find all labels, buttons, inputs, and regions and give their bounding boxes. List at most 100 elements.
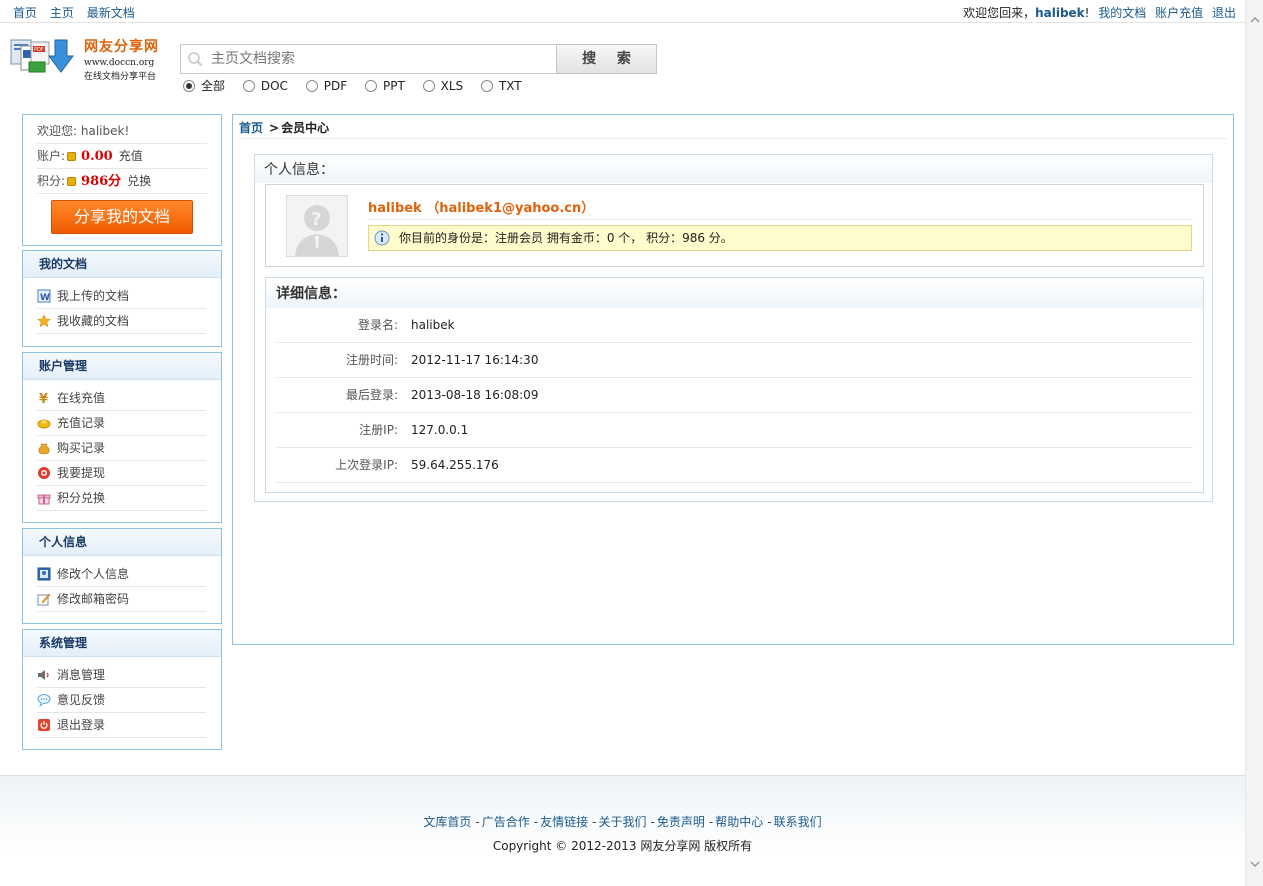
radio-icon[interactable]	[242, 80, 255, 92]
member-info-box: 个人信息： ? halibek （halibek1@yahoo.cn） 你目前的…	[254, 154, 1213, 502]
detail-label: 注册IP:	[359, 423, 398, 437]
sidebar-item-favorite-docs[interactable]: 我收藏的文档	[37, 309, 206, 334]
recharge-link[interactable]: 账户充值	[1155, 6, 1203, 20]
nav-latest-docs-link[interactable]: 最新文档	[87, 6, 135, 20]
breadcrumb-home-link[interactable]: 首页	[239, 121, 263, 135]
type-option-all[interactable]: 全部	[183, 77, 225, 94]
sidebar-item-points-exchange[interactable]: 积分兑换	[37, 486, 206, 511]
gold-ingot-icon	[37, 414, 51, 429]
my-docs-link[interactable]: 我的文档	[1098, 6, 1146, 20]
sidebar-item-recharge-records[interactable]: 充值记录	[37, 411, 206, 436]
type-option-doc[interactable]: DOC	[242, 79, 288, 93]
radio-icon[interactable]	[305, 80, 318, 92]
sidebar-item-purchase-records[interactable]: 购买记录	[37, 436, 206, 461]
sidebar-item-messages[interactable]: 消息管理	[37, 663, 206, 688]
sidebar-item-label: 积分兑换	[57, 491, 106, 505]
sidebar-item-feedback[interactable]: 意见反馈	[37, 688, 206, 713]
main-content: 首页 > 会员中心 个人信息： ? halibek （halibek1@yahoo.…	[232, 114, 1234, 645]
detail-value: 2012-11-17 16:14:30	[411, 353, 539, 367]
footer-link-friends[interactable]: 友情链接	[540, 815, 588, 829]
detail-label: 上次登录IP:	[335, 458, 398, 472]
points-exchange-link[interactable]: 兑换	[127, 174, 151, 188]
top-bar: 首页 主页 最新文档 欢迎您回来，halibek! 我的文档 账户充值 退出	[0, 0, 1245, 23]
search-button[interactable]: 搜 索	[556, 44, 657, 74]
logo-text: 网友分享网 www.doccn.org 在线文档分享平台	[84, 36, 159, 82]
system-mgmt-panel: 系统管理 消息管理 意见反馈 退出登录	[22, 629, 222, 750]
sidebar-item-label: 购买记录	[57, 441, 106, 455]
gift-icon	[37, 489, 51, 505]
membership-notice-text: 你目前的身份是：注册会员 拥有金币：0 个， 积分：986 分。	[399, 231, 733, 245]
welcome-excl: !	[1084, 6, 1090, 20]
detail-label: 登录名:	[357, 318, 398, 332]
site-logo[interactable]: PDF 网友分享网 www.doccn.org 在线文档分享平台	[9, 34, 169, 84]
sidebar-item-sign-out[interactable]: 退出登录	[37, 713, 206, 738]
footer-link-contact[interactable]: 联系我们	[774, 815, 822, 829]
breadcrumb: 首页 > 会员中心	[239, 119, 1227, 139]
account-recharge-link[interactable]: 充值	[119, 149, 143, 163]
avatar: ?	[286, 195, 348, 257]
radio-icon[interactable]	[422, 80, 435, 92]
footer-separator: -	[650, 815, 655, 829]
sidebar-item-uploaded-docs[interactable]: W 我上传的文档	[37, 284, 206, 309]
footer-link-ads[interactable]: 广告合作	[482, 815, 530, 829]
sidebar-item-label: 修改邮箱密码	[57, 592, 130, 606]
detail-label: 最后登录:	[345, 388, 398, 402]
type-option-ppt[interactable]: PPT	[364, 79, 405, 93]
logout-link[interactable]: 退出	[1212, 6, 1236, 20]
speaker-icon	[37, 666, 51, 680]
welcome-label: 欢迎您:	[37, 124, 78, 138]
footer-separator: -	[592, 815, 597, 829]
welcome-text: 欢迎您回来，	[963, 6, 1036, 20]
account-username: halibek	[80, 124, 125, 138]
radio-icon[interactable]	[480, 80, 493, 92]
username-link[interactable]: halibek	[1035, 6, 1085, 20]
logo-slogan: 在线文档分享平台	[84, 72, 157, 82]
account-points-row: 积分: 986分 兑换	[37, 169, 207, 194]
svg-text:W: W	[40, 293, 50, 303]
share-my-docs-button[interactable]: 分享我的文档	[51, 200, 193, 234]
account-welcome-row: 欢迎您: halibek!	[37, 119, 207, 144]
footer-separator: -	[708, 815, 714, 829]
vertical-scrollbar[interactable]	[1245, 0, 1263, 886]
type-option-xls[interactable]: XLS	[422, 79, 463, 93]
system-mgmt-title: 系统管理	[23, 630, 221, 657]
personal-info-heading: 个人信息：	[255, 155, 1212, 183]
footer-separator: -	[475, 815, 480, 829]
sidebar-item-label: 我收藏的文档	[57, 314, 130, 328]
breadcrumb-separator: >	[269, 121, 280, 135]
nav-main-link[interactable]: 主页	[50, 6, 74, 20]
scroll-down-icon[interactable]	[1249, 858, 1261, 870]
sidebar-item-label: 我要提现	[57, 466, 106, 480]
detail-value: 127.0.0.1	[411, 423, 469, 437]
top-nav: 首页 主页 最新文档	[13, 4, 144, 21]
radio-checked-icon[interactable]	[183, 80, 195, 92]
footer-separator: -	[533, 815, 539, 829]
search-input[interactable]	[209, 49, 549, 69]
sidebar-item-edit-profile[interactable]: 修改个人信息	[37, 562, 206, 587]
type-option-pdf[interactable]: PDF	[305, 79, 347, 93]
edit-profile-icon	[37, 565, 51, 581]
logo-documents-icon: PDF	[9, 36, 75, 78]
sidebar-item-label: 充值记录	[57, 416, 106, 430]
footer-link-about[interactable]: 关于我们	[598, 815, 646, 829]
footer-link-library-home[interactable]: 文库首页	[423, 815, 471, 829]
detail-row-last-login: 最后登录: 2013-08-18 16:08:09	[276, 378, 1193, 413]
sidebar-item-edit-email-password[interactable]: 修改邮箱密码	[37, 587, 206, 612]
footer-link-help[interactable]: 帮助中心	[715, 815, 763, 829]
power-icon	[37, 716, 51, 731]
type-option-txt[interactable]: TXT	[480, 79, 522, 93]
svg-text:¥: ¥	[39, 392, 48, 405]
sidebar-item-label: 退出登录	[57, 718, 106, 732]
search-box[interactable]	[180, 44, 557, 74]
sidebar-item-online-recharge[interactable]: ¥ 在线充值	[37, 386, 206, 411]
radio-icon[interactable]	[364, 80, 377, 92]
detail-rows: 登录名: halibek 注册时间: 2012-11-17 16:14:30 最后登…	[266, 308, 1203, 483]
scroll-up-icon[interactable]	[1249, 14, 1261, 26]
footer-link-disclaimer[interactable]: 免责声明	[657, 815, 705, 829]
copyright: Copyright © 2012-2013 网友分享网 版权所有	[492, 839, 753, 853]
breadcrumb-current: 会员中心	[281, 121, 330, 135]
sidebar-item-withdraw[interactable]: 我要提现	[37, 461, 206, 486]
svg-text:PDF: PDF	[34, 47, 44, 53]
nav-home-link[interactable]: 首页	[13, 6, 37, 20]
profile-card: ? halibek （halibek1@yahoo.cn） 你目前的身份是：注册…	[265, 184, 1204, 267]
